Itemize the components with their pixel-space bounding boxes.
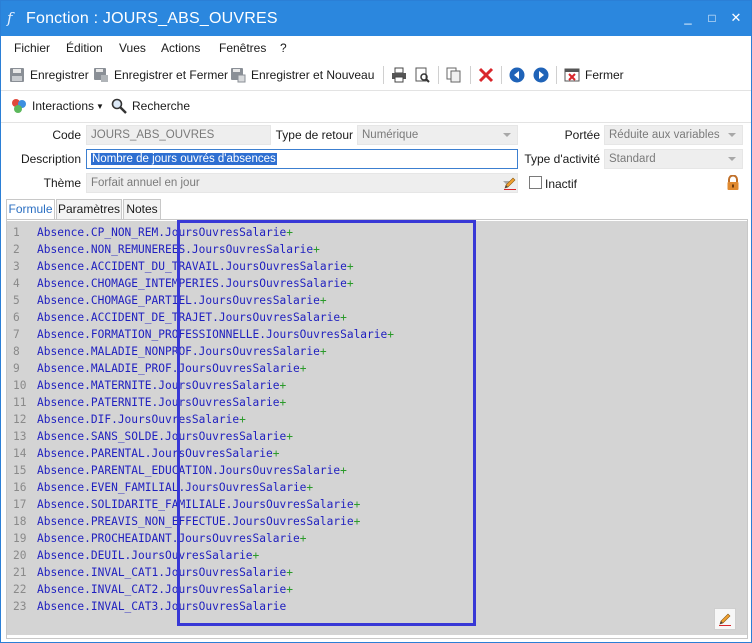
print-icon[interactable] (391, 67, 407, 83)
return-type-select[interactable]: Numérique (357, 125, 518, 145)
line-number: 14 (13, 447, 27, 460)
line-number: 1 (13, 226, 20, 239)
print-preview-icon[interactable] (414, 67, 430, 83)
save-new-label: Enregistrer et Nouveau (251, 68, 375, 82)
toolbar-separator (501, 66, 502, 84)
title-bar[interactable]: f Fonction : JOURS_ABS_OUVRES _ □ ✕ (1, 1, 751, 36)
save-close-label: Enregistrer et Fermer (114, 68, 229, 82)
line-number: 6 (13, 311, 20, 324)
function-window: f Fonction : JOURS_ABS_OUVRES _ □ ✕ Fich… (0, 0, 752, 643)
divider (1, 90, 751, 91)
menu-fichier[interactable]: Fichier (14, 41, 50, 55)
line-number: 4 (13, 277, 20, 290)
search-button[interactable]: Recherche (111, 96, 190, 116)
line-number: 12 (13, 413, 27, 426)
line-number: 10 (13, 379, 27, 392)
maximize-button[interactable]: □ (703, 9, 721, 27)
floppy-icon (10, 68, 24, 82)
code-field[interactable]: JOURS_ABS_OUVRES (86, 125, 271, 145)
close-form-label: Fermer (585, 68, 624, 82)
toolbar-separator (470, 66, 471, 84)
line-number: 18 (13, 515, 27, 528)
line-number: 5 (13, 294, 20, 307)
save-close-button[interactable]: Enregistrer et Fermer (93, 65, 228, 85)
toolbar-separator (556, 66, 557, 84)
description-input[interactable]: Nombre de jours ouvrés d'absences (86, 149, 518, 169)
function-icon: f (7, 9, 13, 27)
line-number: 23 (13, 600, 27, 613)
next-icon[interactable] (533, 67, 549, 83)
code-label: Code (52, 128, 81, 142)
line-number: 16 (13, 481, 27, 494)
interactions-button[interactable]: Interactions ▼ (11, 96, 104, 116)
interactions-label: Interactions (32, 99, 95, 113)
close-button[interactable]: ✕ (727, 9, 745, 27)
inactive-checkbox[interactable] (529, 176, 542, 189)
lock-icon (727, 175, 739, 190)
save-close-icon (94, 68, 108, 82)
window-title: Fonction : JOURS_ABS_OUVRES (26, 10, 278, 27)
line-number: 13 (13, 430, 27, 443)
menu-help[interactable]: ? (280, 41, 287, 55)
line-number: 3 (13, 260, 20, 273)
menu-bar: Fichier Édition Vues Actions Fenêtres ? (1, 37, 751, 59)
save-new-icon (231, 68, 246, 83)
search-label: Recherche (132, 99, 191, 113)
tab-notes[interactable]: Notes (123, 199, 161, 219)
toolbar-separator (438, 66, 439, 84)
close-form-button[interactable]: Fermer (564, 65, 624, 85)
main-toolbar: Enregistrer Enregistrer et Fermer Enregi… (1, 61, 751, 89)
menu-fenetres[interactable]: Fenêtres (219, 41, 266, 55)
line-number: 20 (13, 549, 27, 562)
line-number: 11 (13, 396, 27, 409)
tab-parametres[interactable]: Paramètres (56, 199, 122, 219)
pencil-icon[interactable] (503, 176, 517, 190)
description-label: Description (20, 152, 81, 166)
pencil-icon (719, 613, 731, 626)
close-form-icon (564, 68, 580, 82)
previous-icon[interactable] (509, 67, 525, 83)
line-number: 7 (13, 328, 20, 341)
menu-actions[interactable]: Actions (161, 41, 200, 55)
line-number: 22 (13, 583, 27, 596)
interactions-icon (12, 99, 26, 113)
activity-type-select[interactable]: Standard (604, 149, 743, 169)
toolbar-separator (383, 66, 384, 84)
highlight-box (177, 220, 476, 626)
scope-label: Portée (564, 128, 600, 142)
line-number: 17 (13, 498, 27, 511)
inactive-label: Inactif (545, 177, 578, 191)
line-number: 15 (13, 464, 27, 477)
copy-icon[interactable] (446, 67, 462, 83)
chevron-down-icon: ▼ (96, 101, 104, 111)
line-number: 9 (13, 362, 20, 375)
line-number: 8 (13, 345, 20, 358)
description-selected-text: Nombre de jours ouvrés d'absences (91, 153, 277, 165)
save-button[interactable]: Enregistrer (9, 65, 89, 85)
line-number: 19 (13, 532, 27, 545)
save-new-button[interactable]: Enregistrer et Nouveau (230, 65, 374, 85)
scope-select[interactable]: Réduite aux variables (604, 125, 743, 145)
minimize-button[interactable]: _ (679, 9, 697, 27)
line-number: 21 (13, 566, 27, 579)
delete-icon[interactable] (478, 67, 494, 83)
return-type-label: Type de retour (275, 128, 353, 142)
edit-formula-button[interactable] (714, 608, 736, 630)
theme-select[interactable]: Forfait annuel en jour (86, 173, 518, 193)
search-icon (111, 98, 127, 114)
menu-vues[interactable]: Vues (119, 41, 146, 55)
theme-label: Thème (43, 176, 81, 190)
save-label: Enregistrer (30, 68, 89, 82)
menu-edition[interactable]: Édition (66, 41, 103, 55)
tab-formule[interactable]: Formule (6, 199, 55, 220)
line-number: 2 (13, 243, 20, 256)
secondary-toolbar: Interactions ▼ Recherche (1, 92, 751, 120)
activity-type-label: Type d'activité (524, 152, 600, 166)
divider (1, 122, 751, 123)
